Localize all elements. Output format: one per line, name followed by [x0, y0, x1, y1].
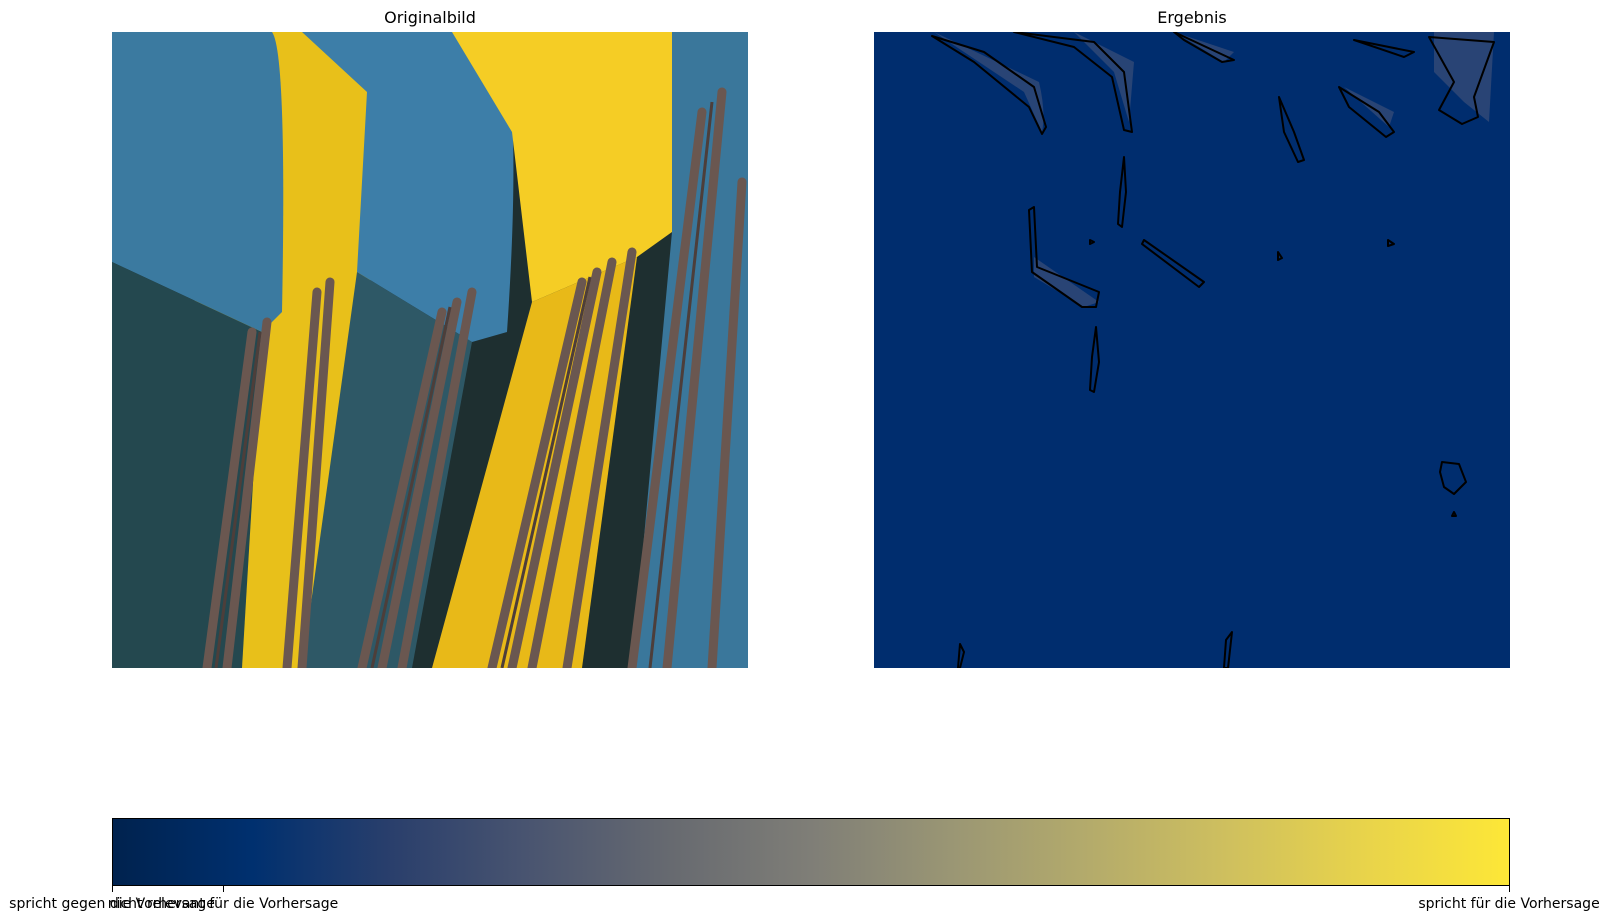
colorbar-tick-neutral [223, 886, 224, 892]
colorbar-tick-min [112, 886, 113, 892]
colorbar-tick-max [1509, 886, 1510, 892]
figure: Originalbild Ergebnis spricht gegen die … [0, 0, 1606, 920]
colorbar-label-for: spricht für die Vorhersage [1418, 896, 1600, 912]
colorbar [112, 818, 1510, 886]
colorbar-label-neutral: nicht relevant für die Vorhersage [107, 896, 339, 912]
result-image-title: Ergebnis [1157, 8, 1227, 27]
result-heatmap [874, 32, 1510, 668]
original-image-title: Originalbild [384, 8, 476, 27]
original-image [112, 32, 748, 668]
